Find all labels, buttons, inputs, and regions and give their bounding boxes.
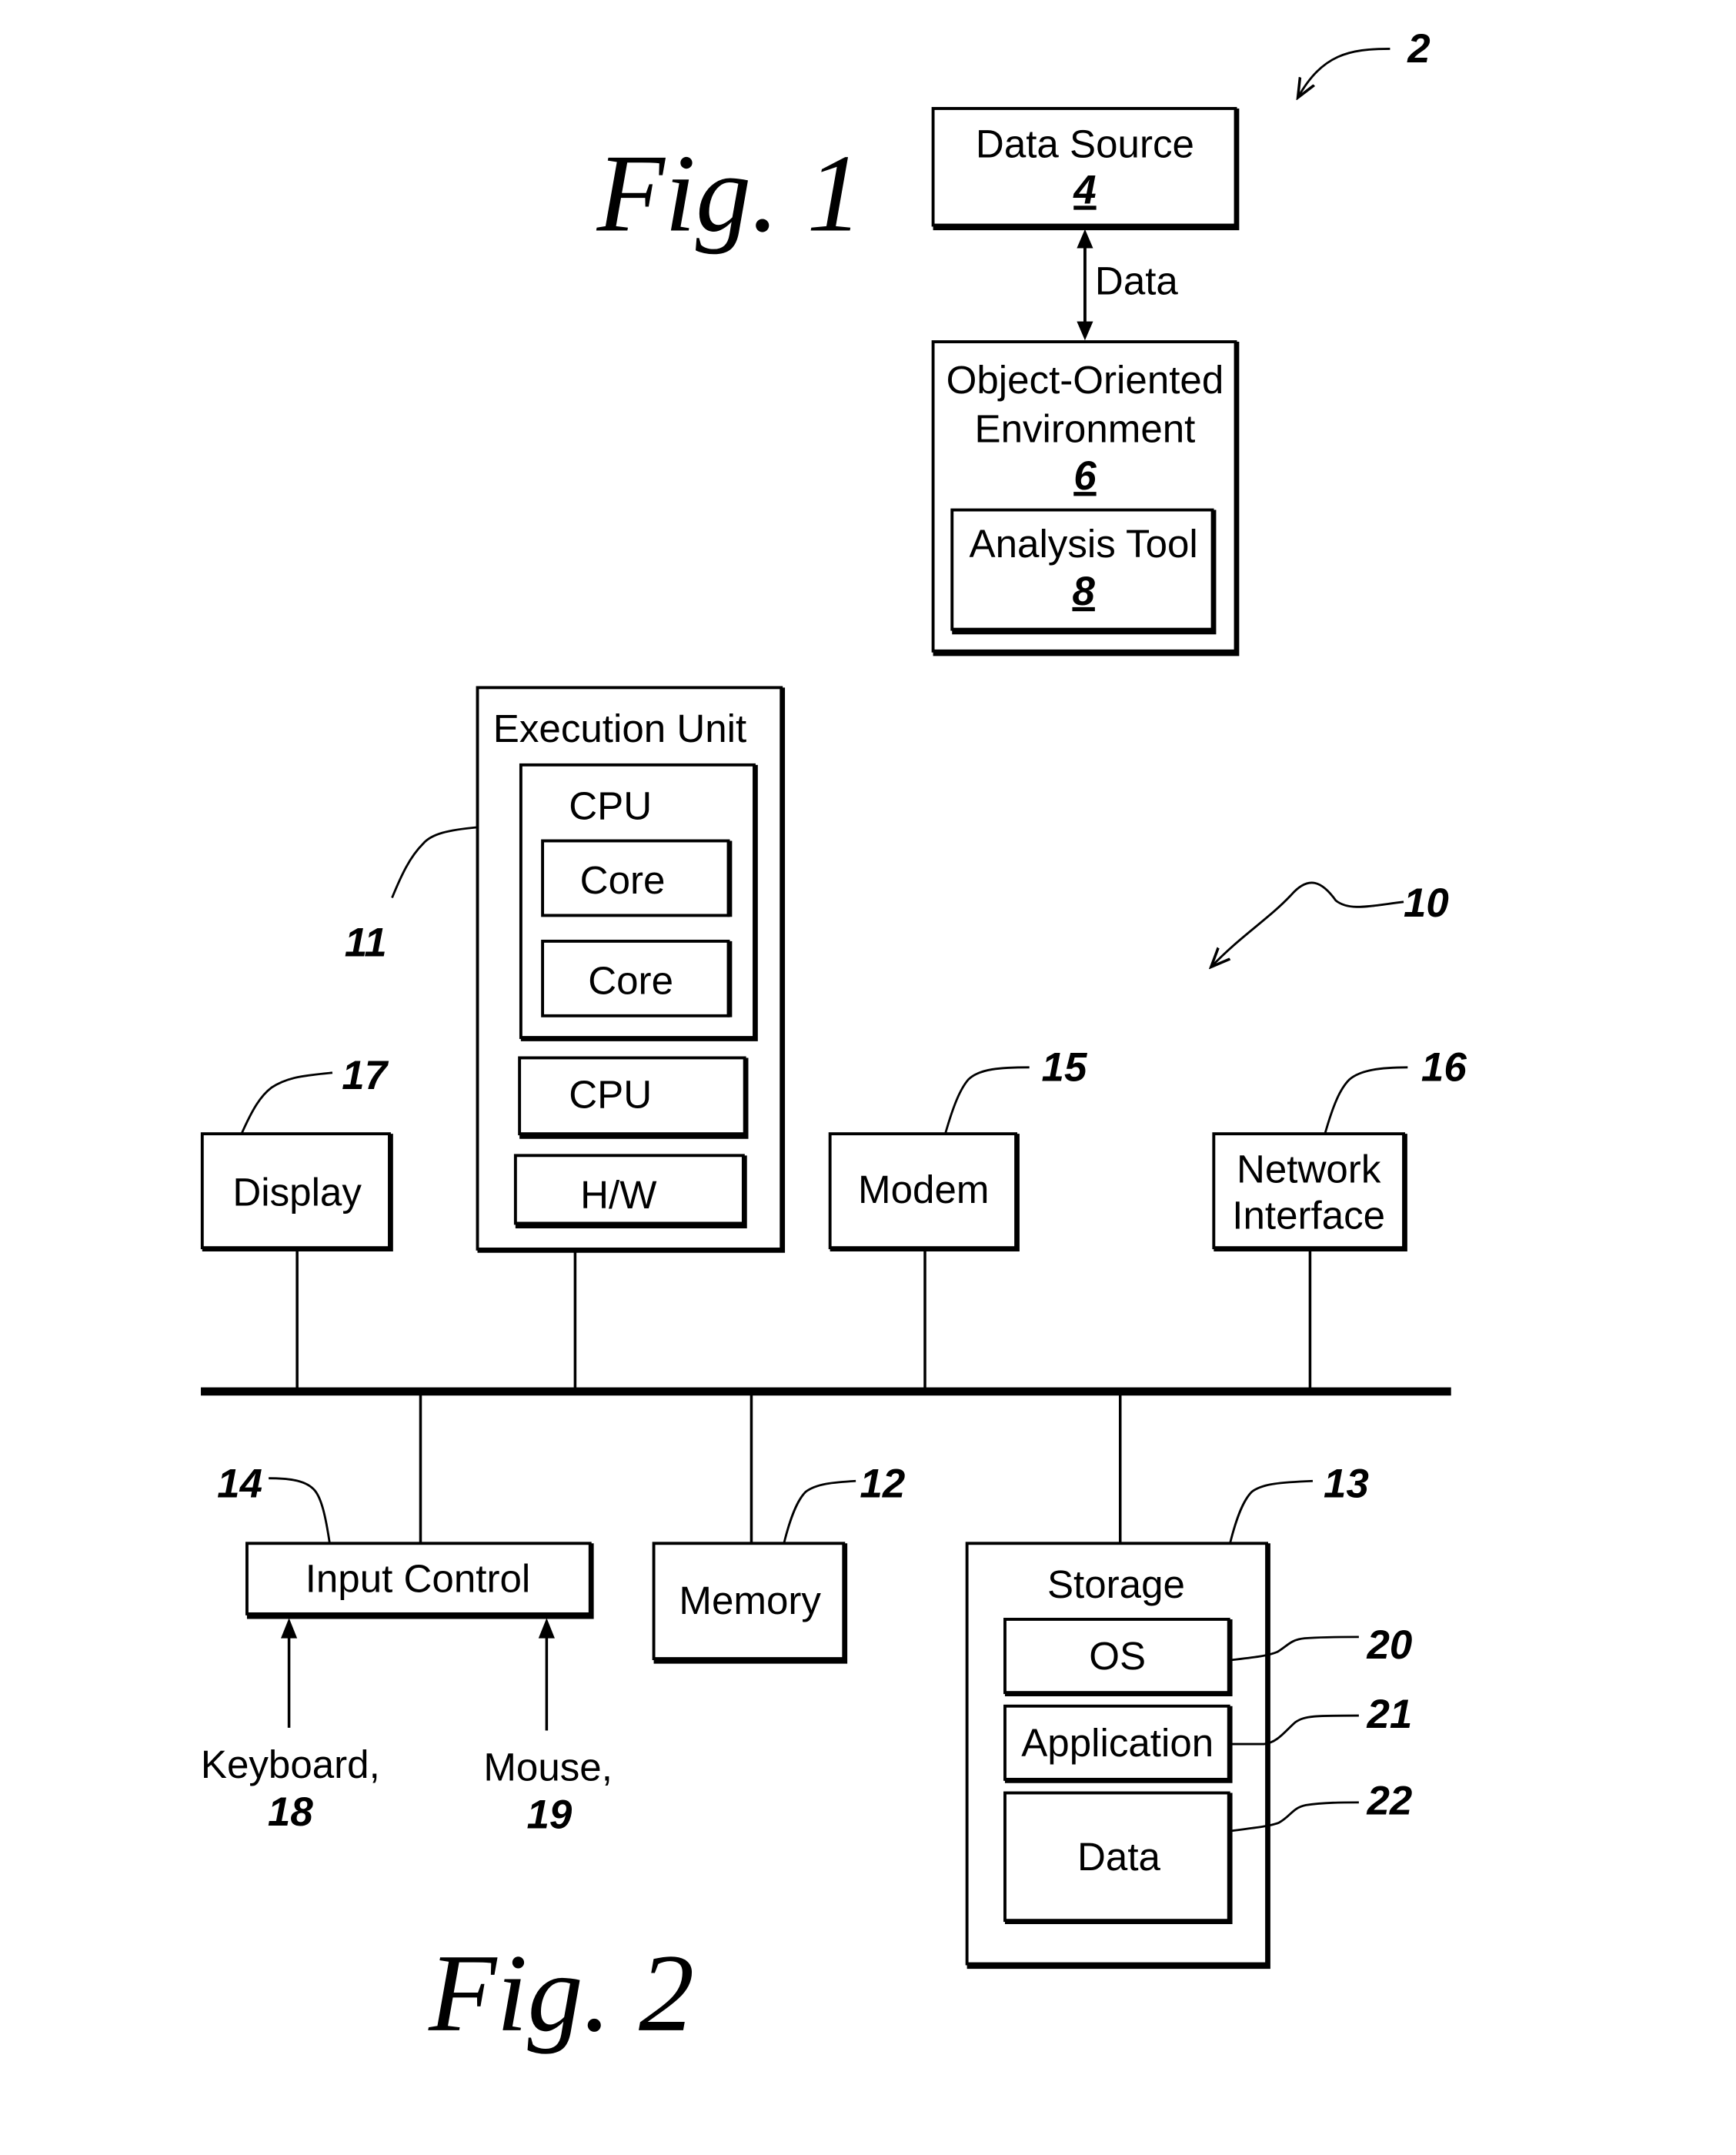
storage-leader (1229, 1479, 1314, 1544)
fig1-ref: 2 (1407, 26, 1430, 72)
network-interface-ref: 16 (1421, 1044, 1467, 1090)
execution-unit-ref: 11 (345, 920, 387, 965)
core-label-2: Core (588, 959, 673, 1003)
environment-box: Object-Oriented Environment 6 Analysis T… (931, 340, 1240, 657)
storage-ref: 13 (1324, 1461, 1369, 1506)
core-box-2: Core (541, 939, 733, 1017)
storage-item-os-label: OS (1089, 1634, 1146, 1678)
storage-item-os: OS (1003, 1618, 1233, 1696)
analysis-tool-box: Analysis Tool 8 (950, 508, 1217, 635)
arrow-down-icon (1077, 321, 1093, 341)
display-box: Display (200, 1132, 393, 1251)
fig2-title: Fig. 2 (428, 1932, 694, 2055)
cpu-multicore-box: CPU Core Core (519, 763, 758, 1041)
storage-item-application-ref: 21 (1366, 1692, 1412, 1737)
storage-item-os-ref: 20 (1366, 1622, 1412, 1668)
storage-item-application-label: Application (1021, 1721, 1214, 1765)
fig1-ref-arrow (1298, 48, 1390, 97)
environment-label-line1: Object-Oriented (946, 358, 1224, 402)
keyboard-ref: 18 (268, 1789, 313, 1835)
cpu-single-box: CPU (518, 1056, 749, 1139)
network-interface-label-line1: Network (1237, 1148, 1381, 1191)
data-connector: Data (1077, 229, 1179, 341)
data-connector-label: Data (1095, 259, 1179, 302)
display-ref: 17 (342, 1053, 389, 1098)
fig2-ref-arrow (1211, 881, 1404, 967)
mouse-ref: 19 (527, 1792, 573, 1837)
storage-item-data-ref: 22 (1366, 1779, 1412, 1824)
core-box-1: Core (541, 839, 733, 917)
fig1-title: Fig. 1 (596, 132, 863, 256)
hw-box: H/W (513, 1154, 747, 1229)
modem-box: Modem (828, 1132, 1020, 1251)
network-interface-label-line2: Interface (1232, 1193, 1385, 1237)
network-interface-leader (1324, 1066, 1408, 1134)
storage-item-application: Application (1003, 1704, 1233, 1783)
memory-ref: 12 (860, 1461, 905, 1506)
figure-1: Fig. 1 2 Data Source 4 Data Object-Orien… (596, 26, 1431, 657)
cpu-multicore-label: CPU (569, 783, 652, 827)
environment-ref: 6 (1073, 453, 1097, 499)
modem-label: Modem (858, 1168, 989, 1211)
mouse-arrow-icon (538, 1618, 555, 1639)
environment-label-line2: Environment (975, 406, 1196, 450)
core-label-1: Core (580, 858, 666, 902)
display-label: Display (232, 1171, 362, 1214)
execution-unit-box: Execution Unit CPU Core Core CPU H/W (476, 686, 786, 1253)
memory-label: Memory (679, 1579, 821, 1622)
execution-unit-leader (391, 826, 478, 899)
modem-ref: 15 (1042, 1044, 1088, 1090)
fig2-ref: 10 (1404, 880, 1449, 926)
keyboard-arrow-icon (281, 1618, 298, 1639)
storage-item-data-label: Data (1077, 1835, 1161, 1879)
data-source-ref: 4 (1073, 167, 1096, 212)
display-leader (240, 1071, 333, 1134)
analysis-tool-label: Analysis Tool (970, 522, 1198, 566)
execution-unit-label: Execution Unit (493, 707, 746, 750)
patent-drawing: Fig. 1 2 Data Source 4 Data Object-Orien… (200, 26, 1467, 2055)
cpu-single-label: CPU (569, 1073, 652, 1117)
storage-label: Storage (1047, 1562, 1185, 1606)
memory-box: Memory (652, 1542, 848, 1664)
storage-item-data: Data (1003, 1791, 1233, 1924)
modem-leader (944, 1066, 1030, 1134)
analysis-tool-ref: 8 (1072, 569, 1095, 614)
input-control-leader (269, 1477, 331, 1544)
mouse-label: Mouse, (483, 1746, 613, 1789)
data-source-label: Data Source (976, 122, 1194, 165)
data-source-box: Data Source 4 (931, 107, 1240, 231)
input-control-ref: 14 (217, 1461, 262, 1506)
hw-label: H/W (580, 1173, 657, 1217)
network-interface-box: Network Interface (1212, 1132, 1407, 1251)
figure-2: 10 Execution Unit CPU Core Core CPU H/W … (200, 686, 1467, 2055)
storage-box: Storage OS Application Data (965, 1542, 1270, 1970)
input-control-label: Input Control (305, 1557, 531, 1601)
memory-leader (783, 1479, 856, 1544)
arrow-up-icon (1077, 229, 1093, 249)
input-control-box: Input Control (245, 1542, 594, 1619)
keyboard-label: Keyboard, (201, 1742, 380, 1786)
